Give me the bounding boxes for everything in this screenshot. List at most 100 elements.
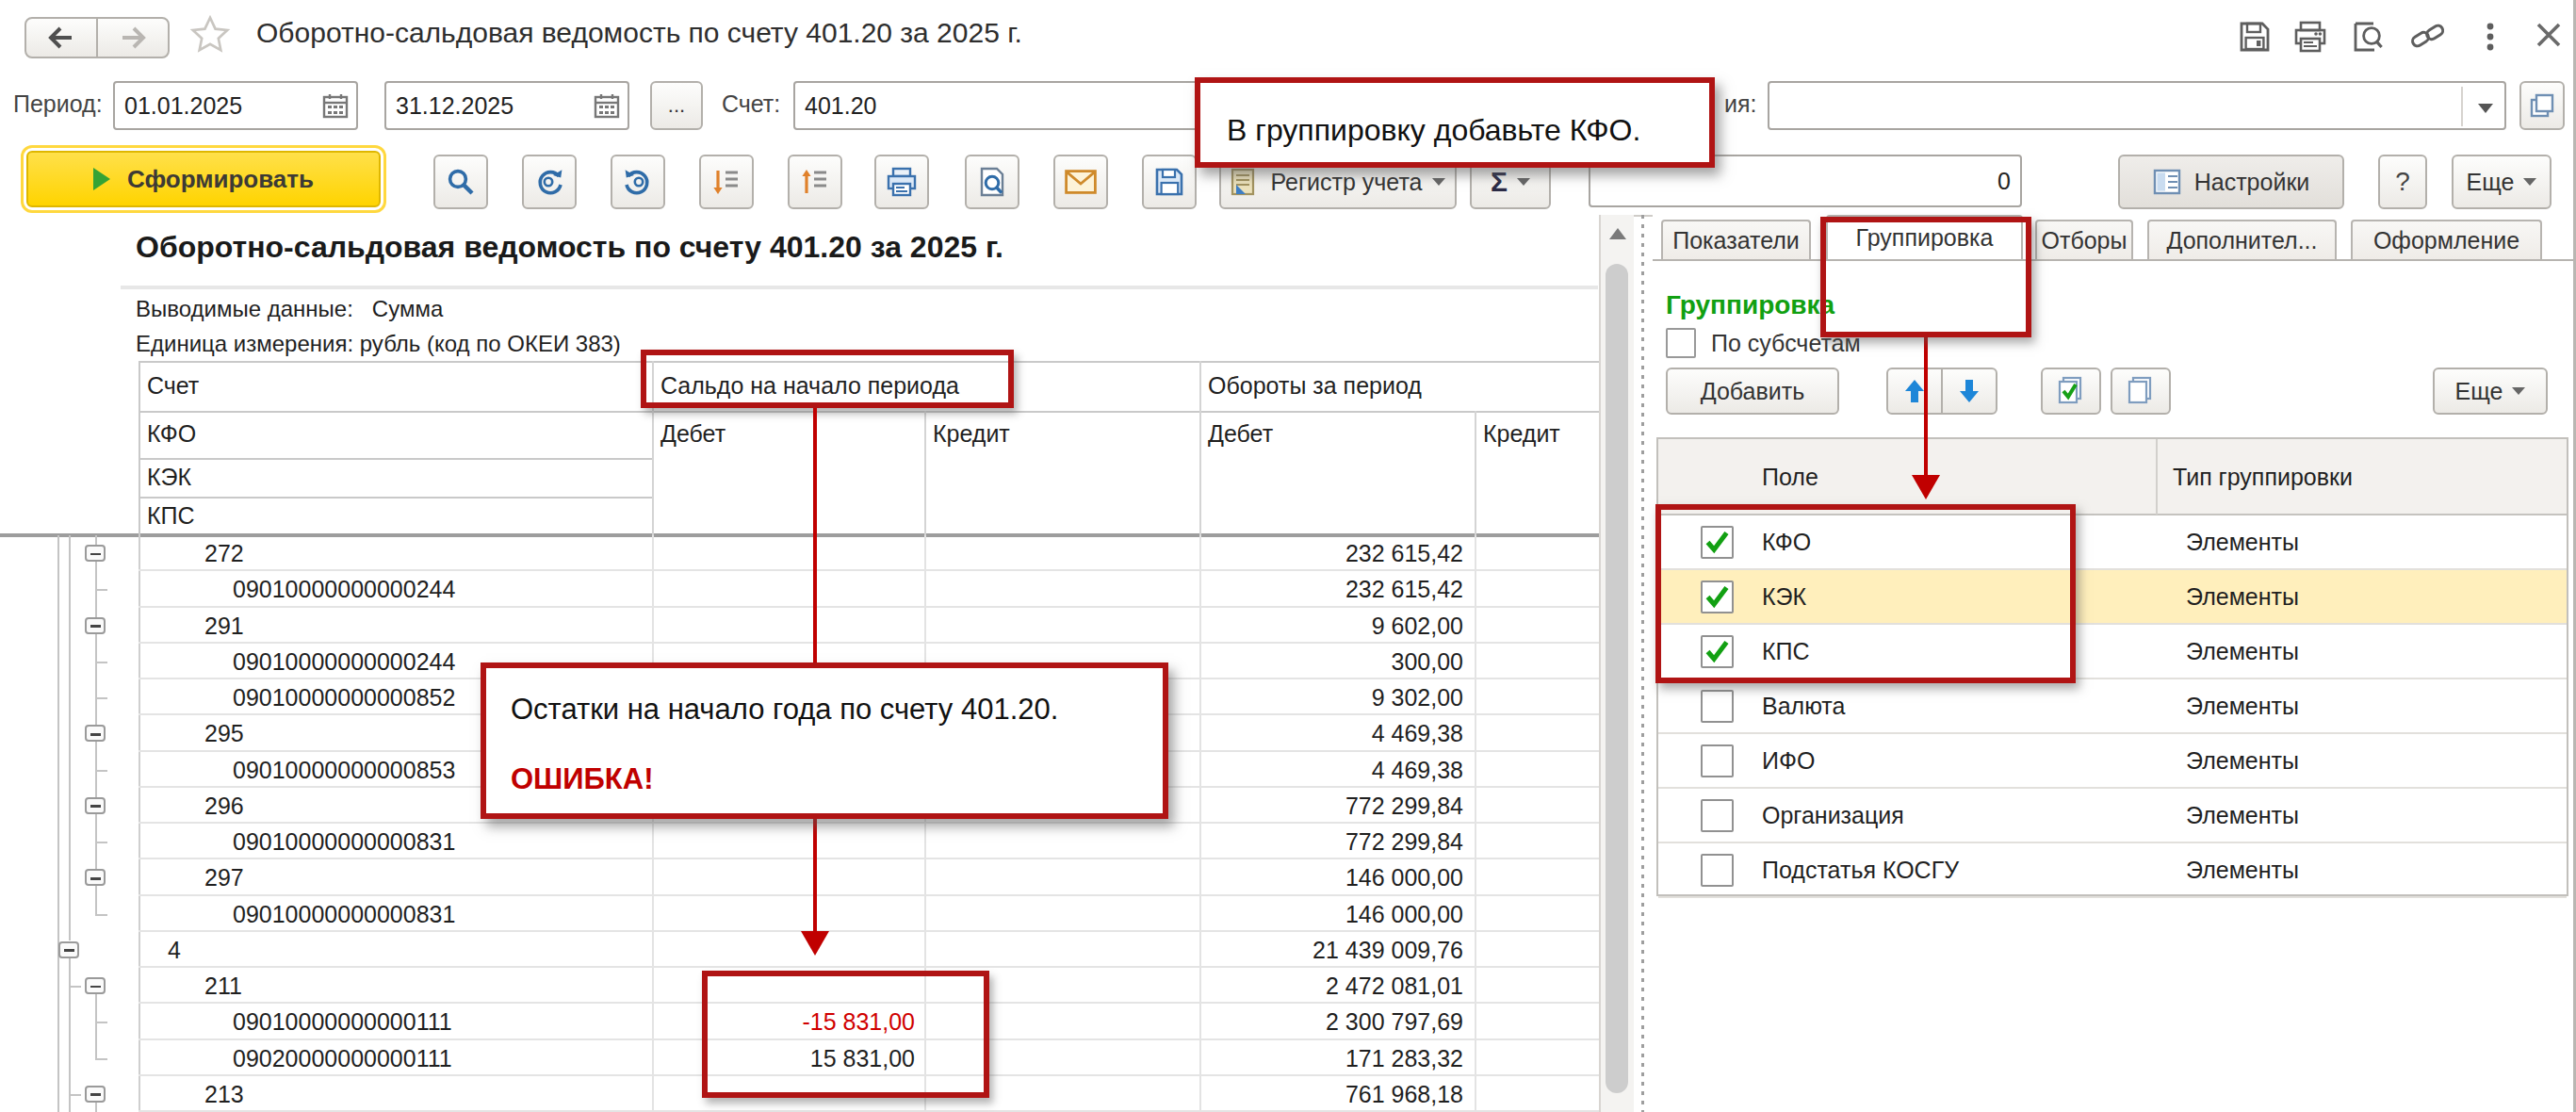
settings-button[interactable]: Настройки [2118,155,2344,209]
checkbox-unchecked-icon[interactable] [1701,690,1734,723]
tab-otbory[interactable]: Отборы [2035,220,2133,259]
field-name: Подстатья КОСГУ [1762,857,1959,884]
save-icon[interactable] [2239,21,2271,53]
panel-more-button[interactable]: Еще [2433,368,2548,415]
save-report-button[interactable] [1142,155,1197,209]
account-cell: 211 [204,973,242,1000]
more-menu-icon[interactable] [2486,21,2495,53]
title-bar: Оборотно-сальдовая ведомость по счету 40… [0,0,2576,72]
tab-pokazateli[interactable]: Показатели [1661,220,1811,259]
expand-search-next-button[interactable] [522,155,577,209]
account-label: Счет: [722,90,780,118]
date-from-input[interactable]: 01.01.2025 [113,81,358,130]
account-cell: 09010000000000244 [233,576,455,603]
report-row[interactable]: 09010000000000831772 299,84 [0,824,1599,859]
grouping-row[interactable]: ВалютаЭлементы [1658,679,2567,734]
scrollbar-thumb[interactable] [1606,264,1628,1093]
grouping-heading: Группировка [1666,290,1834,320]
report-column-header: КЭК [147,464,191,491]
annotation-error-label: ОШИБКА! [511,762,653,796]
panel-splitter[interactable] [1641,215,1644,1112]
annotation-cells-box [702,971,989,1098]
tab-oformlenie[interactable]: Оформление [2351,220,2542,259]
turnover-debit-cell: 4 469,38 [1372,757,1463,784]
tree-collapse-icon[interactable] [85,725,106,742]
tree-collapse-icon[interactable] [85,1086,106,1103]
app-window: Оборотно-сальдовая ведомость по счету 40… [0,0,2576,1112]
organization-select[interactable] [1768,81,2506,130]
add-field-button[interactable]: Добавить [1666,368,1839,415]
grouping-type: Элементы [2186,693,2299,720]
toolbar-more-button[interactable]: Еще [2452,155,2552,209]
account-cell: 09010000000000831 [233,828,455,856]
generate-button[interactable]: Сформировать [26,151,381,207]
annotation-error-text: Остатки на начало года по счету 401.20. [511,693,1058,727]
dropdown-arrow-icon[interactable] [2478,104,2493,113]
report-column-header: Кредит [933,420,1010,448]
annotation-hint-kfo: В группировку добавьте КФО. [1195,77,1715,168]
grouping-row[interactable]: ОрганизацияЭлементы [1658,789,2567,843]
annotation-arrowhead2 [1912,475,1940,499]
expand-groups-button[interactable] [699,155,754,209]
account-cell: 213 [204,1081,244,1108]
tree-collapse-icon[interactable] [85,797,106,814]
preview-icon[interactable] [2352,21,2384,53]
report-row[interactable]: 272232 615,42 [0,535,1599,571]
field-column-header[interactable]: Поле [1762,464,1818,491]
tab-dopolnitelno[interactable]: Дополнител... [2147,220,2337,259]
search-button[interactable] [433,155,488,209]
tree-collapse-icon[interactable] [58,941,79,958]
help-button[interactable]: ? [2378,155,2427,209]
close-icon[interactable] [2535,21,2563,49]
tree-collapse-icon[interactable] [85,545,106,562]
report-row[interactable]: 421 439 009,76 [0,932,1599,968]
generate-label: Сформировать [127,165,314,194]
calendar-icon[interactable] [594,92,620,119]
report-row[interactable]: 297146 000,00 [0,859,1599,895]
link-icon[interactable] [2410,21,2446,53]
report-column-header: Кредит [1483,420,1560,448]
report-row[interactable]: 2919 602,00 [0,608,1599,644]
turnover-debit-cell: 146 000,00 [1345,901,1463,928]
tree-collapse-icon[interactable] [85,869,106,886]
expand-search-prev-button[interactable] [611,155,665,209]
account-cell: 09010000000000111 [233,1008,452,1036]
checkbox-unchecked-icon[interactable] [1701,854,1734,887]
sigma-label: Σ [1491,166,1508,198]
print-button[interactable] [874,155,929,209]
account-value: 401.20 [805,92,876,120]
subaccounts-checkbox[interactable] [1666,328,1696,358]
report-vscrollbar[interactable] [1599,215,1634,1112]
send-email-button[interactable] [1053,155,1108,209]
tree-collapse-icon[interactable] [85,977,106,994]
print-icon[interactable] [2293,21,2327,53]
report-title: Оборотно-сальдовая ведомость по счету 40… [136,230,1003,265]
organization-open-button[interactable] [2519,81,2565,130]
uncheck-all-button[interactable] [2111,368,2171,415]
preview-button[interactable] [965,155,1019,209]
scroll-up-icon[interactable] [1609,228,1626,239]
checkbox-unchecked-icon[interactable] [1701,744,1734,777]
checkbox-unchecked-icon[interactable] [1701,799,1734,832]
grouping-row[interactable]: Подстатья КОСГУЭлементы [1658,843,2567,898]
check-all-button[interactable] [2041,368,2101,415]
collapse-groups-button[interactable] [788,155,842,209]
report-column-header: КПС [147,502,195,530]
tree-collapse-icon[interactable] [85,617,106,634]
grouping-row[interactable]: ИФОЭлементы [1658,734,2567,789]
favorite-star-icon[interactable] [188,13,232,57]
period-more-button[interactable]: ... [650,81,703,130]
type-column-header[interactable]: Тип группировки [2173,464,2353,491]
back-button[interactable] [24,17,98,58]
report-meta-unit: Единица измерения: рубль (код по ОКЕИ 38… [136,331,621,357]
forward-button[interactable] [96,17,170,58]
date-to-input[interactable]: 31.12.2025 [384,81,629,130]
annotation-arrowhead [801,931,829,956]
move-up-button[interactable] [1886,368,1943,415]
report-row[interactable]: 09010000000000244232 615,42 [0,571,1599,607]
date-from-value: 01.01.2025 [124,92,242,120]
report-row[interactable]: 09010000000000831146 000,00 [0,896,1599,932]
calendar-icon[interactable] [322,92,349,119]
settings-label: Настройки [2194,169,2310,196]
move-down-button[interactable] [1941,368,1997,415]
